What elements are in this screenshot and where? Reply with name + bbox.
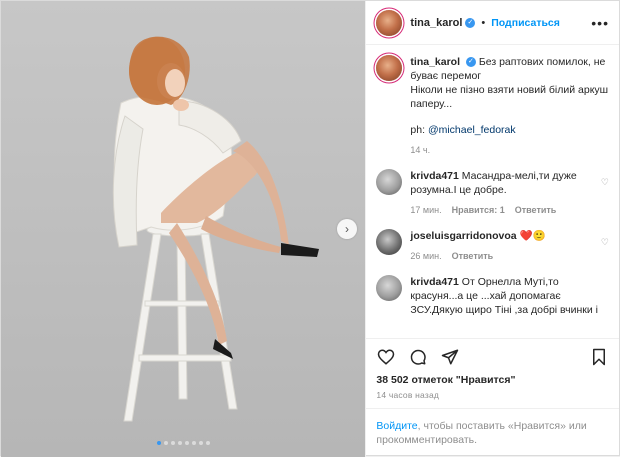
carousel-dot	[178, 441, 182, 445]
verified-badge-icon: ✓	[465, 57, 476, 68]
login-prompt: Войдите, чтобы поставить «Нравится» или …	[366, 408, 619, 457]
commenter-avatar[interactable]	[376, 169, 403, 195]
post-photo[interactable]: ›	[1, 1, 366, 457]
more-options-icon[interactable]: •••	[591, 15, 609, 31]
like-comment-icon[interactable]: ♡	[601, 229, 609, 263]
comments-list: tina_karol ✓ Без раптових помилок, не бу…	[366, 45, 619, 338]
author-username[interactable]: tina_karol	[410, 17, 462, 29]
follow-button[interactable]: Подписаться	[491, 17, 560, 29]
carousel-dot	[192, 441, 196, 445]
comment-meta: 26 мин. Ответить	[410, 249, 545, 263]
caption-credit: ph: @michael_fedorak	[410, 124, 516, 136]
comment-meta: 17 мин. Нравится: 1 Ответить	[410, 203, 593, 217]
carousel-dot	[199, 441, 203, 445]
comment-username[interactable]: krivda471	[410, 276, 458, 288]
comment-text: ❤️🙂	[519, 230, 546, 242]
post-dialog: › tina_karol ✓ • Подписаться ••• tina_ka…	[0, 0, 620, 457]
caption-line2: Ніколи не пізно взяти новий білий аркуш …	[410, 84, 609, 110]
separator-dot: •	[481, 16, 486, 29]
comment-item: joseluisgarridonovoa ❤️🙂 26 мин. Ответит…	[376, 229, 609, 263]
comment-body: krivda471 Масандра-мелі,ти дуже розумна.…	[410, 169, 593, 217]
caption-body: tina_karol ✓ Без раптових помилок, не бу…	[410, 55, 609, 157]
author-avatar[interactable]	[376, 9, 403, 36]
caption-username[interactable]: tina_karol	[410, 56, 460, 68]
carousel-dots	[1, 441, 365, 445]
carousel-dot	[206, 441, 210, 445]
comment-username[interactable]: krivda471	[410, 170, 458, 182]
comment-time[interactable]: 26 мин.	[410, 249, 441, 263]
post-header: tina_karol ✓ • Подписаться •••	[366, 1, 619, 45]
caption-item: tina_karol ✓ Без раптових помилок, не бу…	[376, 55, 609, 157]
comment-bubble-icon[interactable]	[408, 347, 428, 367]
bookmark-icon[interactable]	[589, 347, 609, 367]
next-photo-button[interactable]: ›	[337, 219, 357, 239]
comment-likes[interactable]: Нравится: 1	[452, 203, 505, 217]
comment-body: krivda471 От Орнелла Муті,то красуня...а…	[410, 275, 609, 317]
login-link[interactable]: Войдите	[376, 420, 417, 432]
post-actions	[366, 338, 619, 374]
share-send-icon[interactable]	[440, 347, 460, 367]
comment-item: krivda471 Масандра-мелі,ти дуже розумна.…	[376, 169, 609, 217]
post-side-panel: tina_karol ✓ • Подписаться ••• tina_karo…	[365, 1, 619, 457]
commenter-avatar[interactable]	[376, 229, 403, 255]
comment-username[interactable]: joseluisgarridonovoa	[410, 230, 516, 242]
verified-badge-icon: ✓	[465, 17, 476, 28]
caption-time[interactable]: 14 ч.	[410, 143, 430, 157]
carousel-dot	[171, 441, 175, 445]
caption-avatar[interactable]	[376, 55, 403, 81]
like-heart-icon[interactable]	[376, 347, 396, 367]
comment-body: joseluisgarridonovoa ❤️🙂 26 мин. Ответит…	[410, 229, 545, 263]
carousel-dot	[157, 441, 161, 445]
photographer-link[interactable]: @michael_fedorak	[428, 124, 516, 136]
likes-count[interactable]: 38 502 отметок "Нравится"	[366, 374, 619, 386]
carousel-dot	[185, 441, 189, 445]
like-comment-icon[interactable]: ♡	[601, 169, 609, 217]
caption-meta: 14 ч.	[410, 143, 609, 157]
reply-button[interactable]: Ответить	[452, 249, 494, 263]
carousel-dot	[164, 441, 168, 445]
comment-item: krivda471 От Орнелла Муті,то красуня...а…	[376, 275, 609, 317]
comment-time[interactable]: 17 мин.	[410, 203, 441, 217]
commenter-avatar[interactable]	[376, 275, 403, 301]
reply-button[interactable]: Ответить	[515, 203, 557, 217]
post-time[interactable]: 14 часов назад	[366, 386, 619, 408]
photo-illustration	[112, 36, 319, 422]
